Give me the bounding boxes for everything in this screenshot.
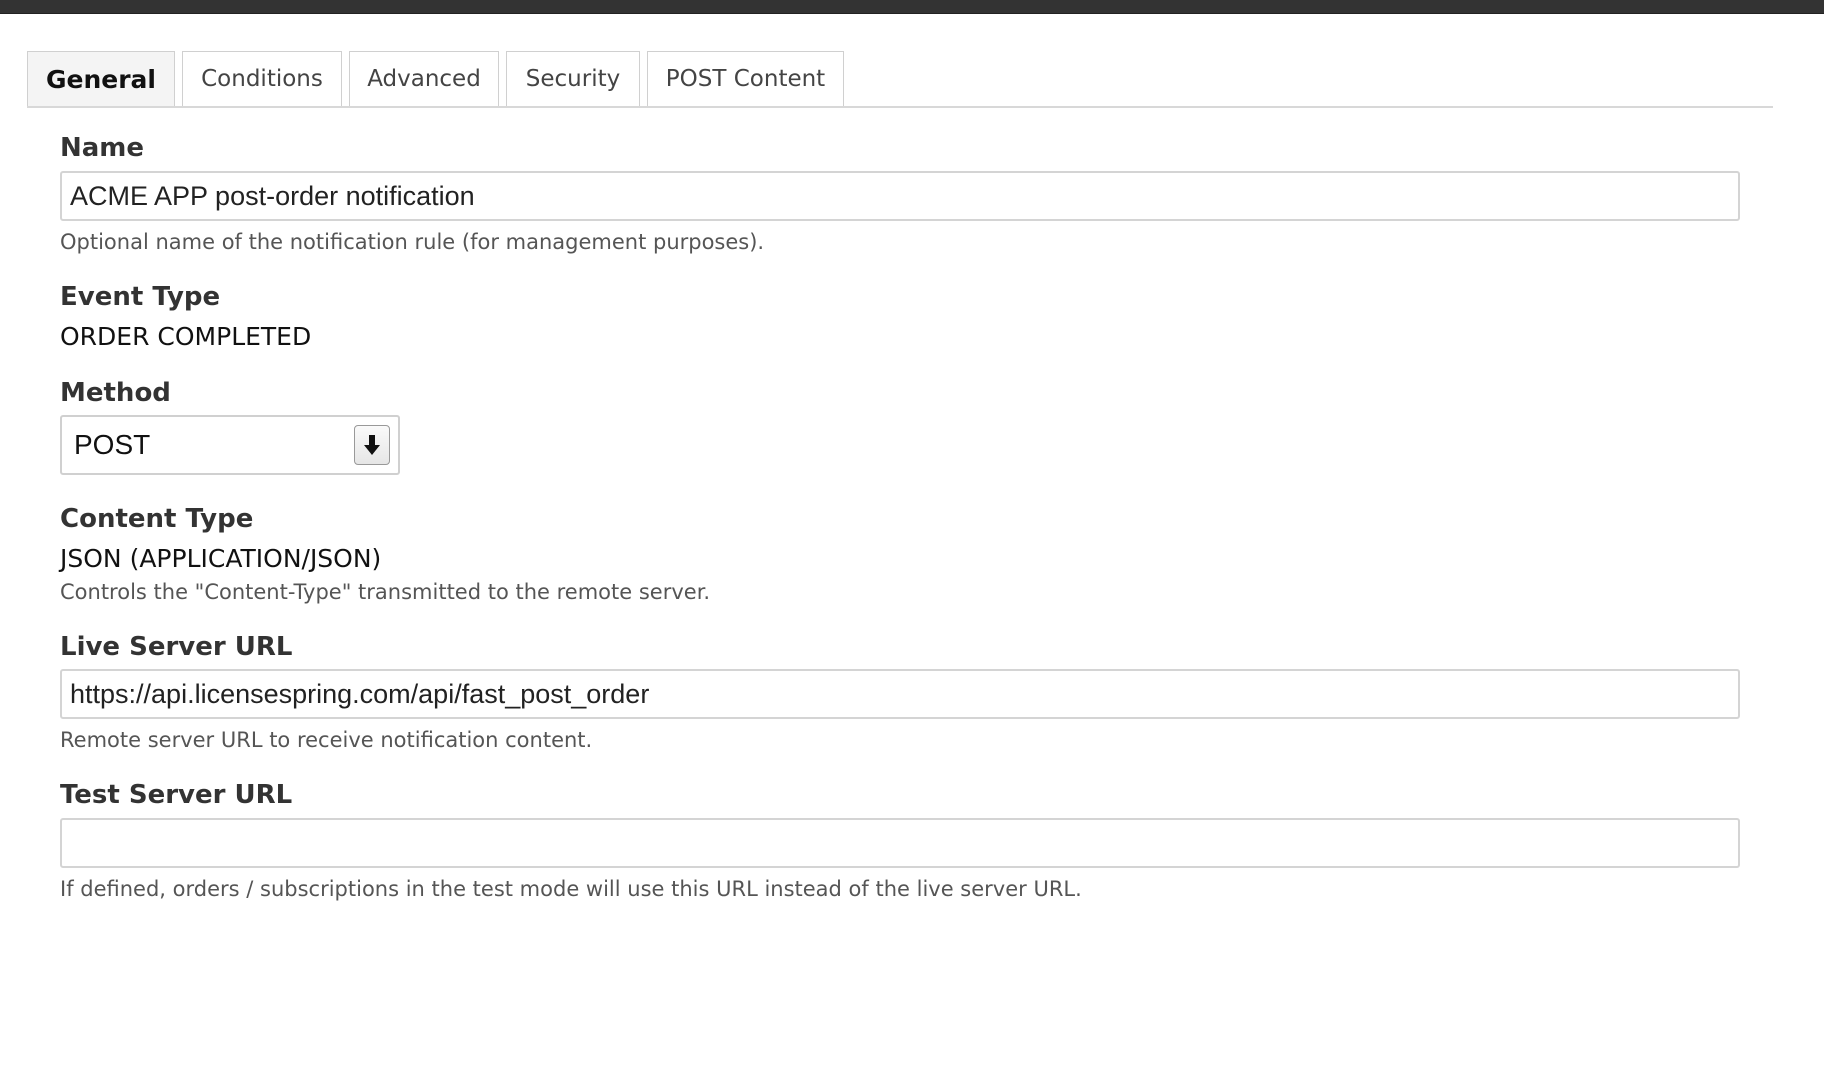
content-type-value: JSON (APPLICATION/JSON): [60, 544, 382, 573]
tab-security[interactable]: Security: [506, 51, 640, 106]
method-group: Method POST: [60, 375, 1740, 475]
tab-conditions[interactable]: Conditions: [182, 51, 342, 106]
top-bar: [0, 0, 1824, 14]
live-url-label: Live Server URL: [60, 632, 293, 662]
test-url-help-text: If defined, orders / subscriptions in th…: [60, 877, 1082, 901]
tab-general-label: General: [46, 64, 156, 94]
notification-form: Name Optional name of the notification r…: [60, 130, 1740, 904]
tab-security-label: Security: [525, 66, 621, 92]
method-select[interactable]: POST: [60, 415, 400, 475]
event-type-group: Event Type ORDER COMPLETED: [60, 279, 1740, 355]
method-label: Method: [60, 378, 171, 408]
test-url-group: Test Server URL If defined, orders / sub…: [60, 777, 1740, 904]
test-url-input[interactable]: [60, 818, 1740, 868]
tab-general[interactable]: General: [27, 51, 175, 106]
tab-conditions-label: Conditions: [201, 66, 323, 92]
event-type-label: Event Type: [60, 282, 221, 312]
name-field-group: Name Optional name of the notification r…: [60, 130, 1740, 257]
name-help-text: Optional name of the notification rule (…: [60, 230, 765, 254]
live-url-input[interactable]: [60, 669, 1740, 719]
tab-post-content-label: POST Content: [665, 66, 826, 92]
name-label: Name: [60, 133, 145, 163]
content-type-group: Content Type JSON (APPLICATION/JSON) Con…: [60, 501, 1740, 607]
method-select-value: POST: [74, 429, 151, 460]
test-url-label: Test Server URL: [60, 780, 293, 810]
live-url-help-text: Remote server URL to receive notificatio…: [60, 728, 593, 752]
tab-post-content[interactable]: POST Content: [647, 51, 844, 106]
content-type-help-text: Controls the "Content-Type" transmitted …: [60, 580, 711, 604]
content-type-label: Content Type: [60, 504, 254, 534]
tab-bar: General Conditions Advanced Security POS…: [27, 50, 1773, 108]
name-input[interactable]: [60, 171, 1740, 221]
arrow-down-icon[interactable]: [354, 425, 390, 465]
live-url-group: Live Server URL Remote server URL to rec…: [60, 629, 1740, 755]
event-type-value: ORDER COMPLETED: [60, 322, 312, 351]
arrow-down-glyph: [364, 435, 380, 455]
tab-advanced[interactable]: Advanced: [349, 51, 499, 106]
tab-advanced-label: Advanced: [367, 66, 481, 92]
